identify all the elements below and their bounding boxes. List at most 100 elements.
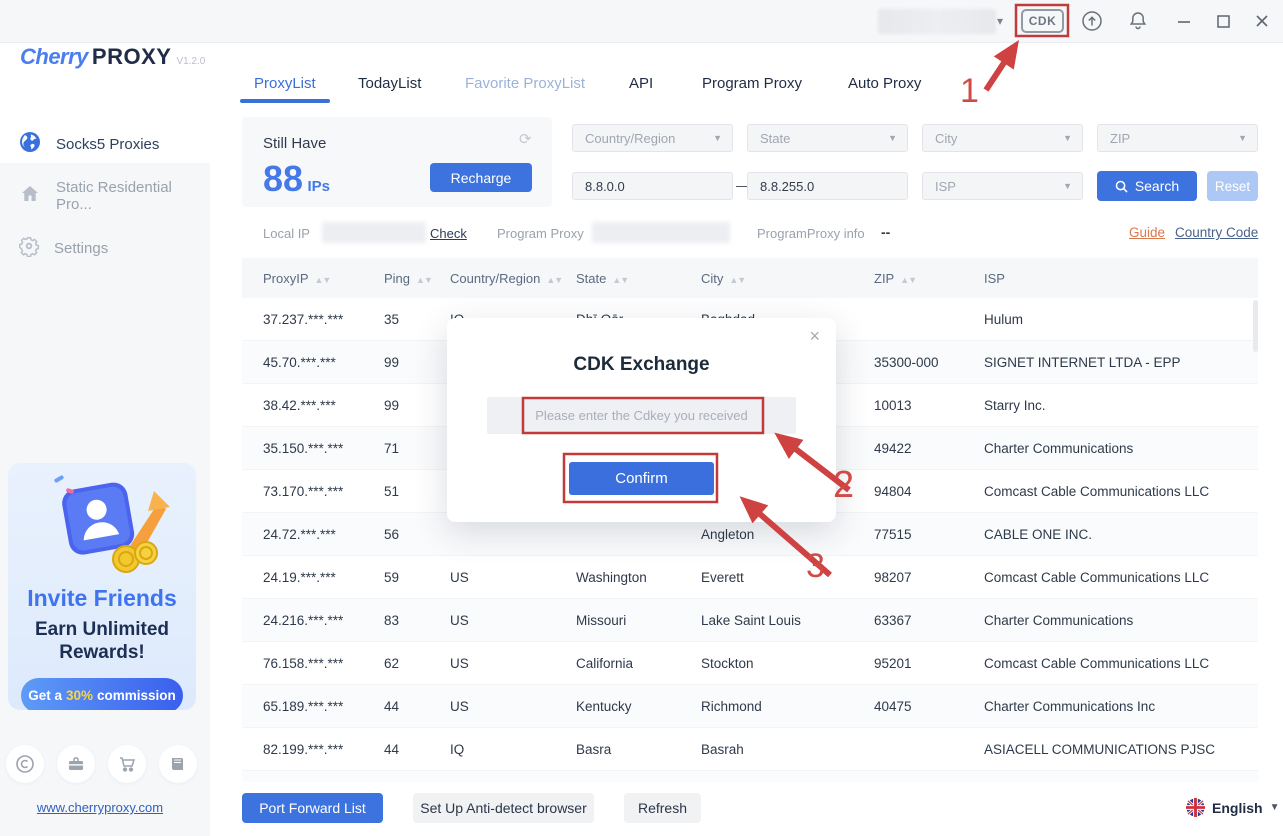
search-button[interactable]: Search [1097,171,1197,201]
ip-count: 88 IPs [263,158,330,200]
cell-proxyip: 76.158.***.*** [242,642,383,685]
column-header-isp[interactable]: ISP [983,258,1258,298]
port-forward-list-button[interactable]: Port Forward List [242,793,383,823]
cell-isp: CABLE ONE INC. [983,513,1258,556]
cell-proxyip: 65.189.***.*** [242,685,383,728]
active-tab-underline [240,99,330,103]
cdk-exchange-modal: × CDK Exchange Confirm [447,318,836,522]
account-dropdown-blurred[interactable] [878,9,996,34]
cell-country: US [449,556,575,599]
cell-proxyip: 24.19.***.*** [242,556,383,599]
reset-button[interactable]: Reset [1207,171,1258,201]
cell-zip: 77515 [873,513,983,556]
logo-proxy: PROXY [92,44,172,69]
briefcase-icon[interactable] [57,745,95,783]
commission-button[interactable]: Get a 30% commission [21,678,183,710]
gear-icon [18,235,40,261]
table-row[interactable]: 65.189.***.***44USKentuckyRichmond40475C… [242,685,1258,728]
tab-auto-proxy[interactable]: Auto Proxy [848,75,921,92]
column-header-city[interactable]: City▲▼ [700,258,873,298]
country-code-link[interactable]: Country Code [1175,225,1258,240]
cell-isp: Charter Communications [983,599,1258,642]
book-icon[interactable] [159,745,197,783]
tab-api[interactable]: API [629,75,653,92]
table-row[interactable]: 24.19.***.***59USWashingtonEverett98207C… [242,556,1258,599]
modal-close-icon[interactable]: × [809,326,820,347]
cell-isp: Starry Inc. [983,384,1258,427]
annotation-arrow-1 [986,46,1015,90]
tab-favorite-proxylist[interactable]: Favorite ProxyList [465,75,585,92]
tab-program-proxy[interactable]: Program Proxy [702,75,802,92]
cell-state: Basra [575,728,700,771]
cell-isp: Charter Communications Inc [983,685,1258,728]
invite-friends-card[interactable]: Invite Friends Earn Unlimited Rewards! G… [8,463,196,710]
column-header-ping[interactable]: Ping▲▼ [383,258,449,298]
ip-range-to-input[interactable] [747,172,908,200]
app-logo: CherryPROXYV1.2.0 [20,44,205,70]
chevron-down-icon: ▼ [1270,802,1280,813]
tab-proxylist[interactable]: ProxyList [254,75,316,92]
country-filter-select[interactable]: Country/Region▼ [572,124,733,152]
sort-icon[interactable]: ▲▼ [546,275,562,285]
sort-icon[interactable]: ▲▼ [416,275,432,285]
cdk-button[interactable]: CDK [1021,9,1064,33]
cell-proxyip: 24.72.***.*** [242,513,383,556]
cell-city: Basrah [700,728,873,771]
website-link[interactable]: www.cherryproxy.com [30,800,170,815]
table-row[interactable]: 82.199.***.***44IQBasraBasrahASIACELL CO… [242,728,1258,771]
cell-city: Richmond [700,685,873,728]
cart-icon[interactable] [108,745,146,783]
table-row[interactable]: 76.158.***.***62USCaliforniaStockton9520… [242,642,1258,685]
check-link[interactable]: Check [430,226,467,241]
state-filter-select[interactable]: State▼ [747,124,908,152]
chevron-down-icon: ▼ [713,133,722,143]
cell-ping: 51 [383,470,449,513]
city-filter-select[interactable]: City▼ [922,124,1083,152]
sort-icon[interactable]: ▲▼ [900,275,916,285]
cell-ping: 44 [383,685,449,728]
still-have-label: Still Have [263,135,326,152]
sidebar-item-label: Static Residential Pro... [56,179,210,213]
isp-filter-select[interactable]: ISP▼ [922,172,1083,200]
table-row[interactable]: 24.216.***.***83USMissouriLake Saint Lou… [242,599,1258,642]
column-header-proxyip[interactable]: ProxyIP▲▼ [242,258,383,298]
cell-state: California [575,642,700,685]
maximize-button[interactable] [1213,11,1233,36]
tab-todaylist[interactable]: TodayList [358,75,421,92]
column-header-state[interactable]: State▲▼ [575,258,700,298]
cell-country: US [449,642,575,685]
confirm-button[interactable]: Confirm [569,462,714,495]
column-header-zip[interactable]: ZIP▲▼ [873,258,983,298]
refresh-balance-icon[interactable]: ⟳ [519,130,532,148]
service-icon[interactable] [6,745,44,783]
sort-icon[interactable]: ▲▼ [315,275,331,285]
cell-isp: Hulum [983,298,1258,341]
language-selector[interactable]: English ▼ [1186,798,1279,817]
account-caret-icon[interactable]: ▾ [997,14,1003,28]
cell-state: Washington [575,556,700,599]
recharge-button[interactable]: Recharge [430,163,532,192]
table-scrollbar-thumb[interactable] [1253,300,1258,352]
column-header-country[interactable]: Country/Region▲▼ [449,258,575,298]
upgrade-icon[interactable] [1080,9,1104,38]
sidebar-item-settings[interactable]: Settings [0,231,210,265]
zip-filter-select[interactable]: ZIP▼ [1097,124,1258,152]
sidebar-item-static-residential[interactable]: Static Residential Pro... [0,179,210,213]
cell-zip: 49422 [873,427,983,470]
program-proxy-value-blurred [592,222,730,243]
cdkey-input[interactable] [487,397,796,434]
minimize-button[interactable] [1174,11,1194,36]
sort-icon[interactable]: ▲▼ [612,275,628,285]
cell-proxyip: 38.42.***.*** [242,384,383,427]
refresh-button[interactable]: Refresh [624,793,701,823]
guide-link[interactable]: Guide [1129,225,1165,240]
close-button[interactable] [1252,11,1272,36]
notification-bell-icon[interactable] [1126,9,1150,38]
ip-range-from-input[interactable] [572,172,733,200]
cell-zip: 10013 [873,384,983,427]
anti-detect-browser-button[interactable]: Set Up Anti-detect browser [413,793,594,823]
cell-ping: 83 [383,599,449,642]
cell-ping: 99 [383,384,449,427]
sort-icon[interactable]: ▲▼ [729,275,745,285]
sidebar-item-socks5-proxies[interactable]: Socks5 Proxies [0,127,210,161]
